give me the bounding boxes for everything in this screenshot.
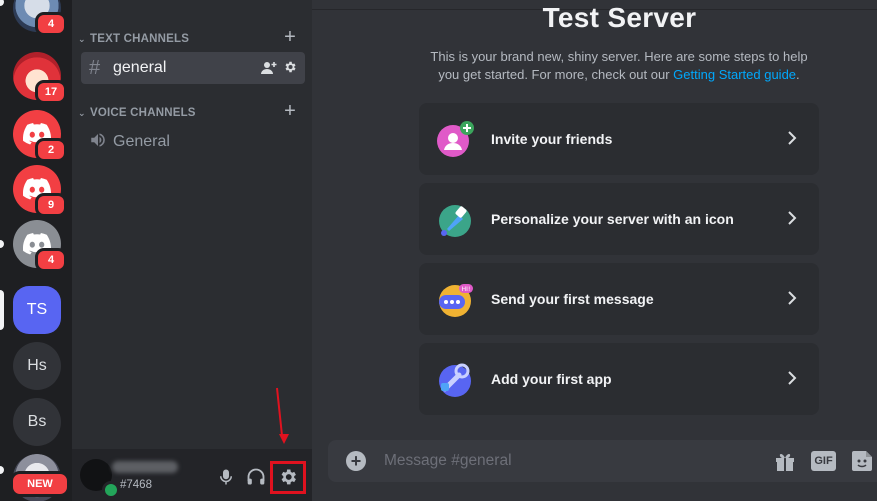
channel-name: General [113,133,170,150]
card-label: Add your first app [491,371,612,387]
online-status-icon [102,481,120,499]
card-add-app[interactable]: Add your first app [419,343,819,415]
headphones-icon [247,468,265,485]
channel-voice-general[interactable]: General [81,126,305,158]
attach-plus-icon[interactable]: + [346,451,366,471]
highlight-box [270,461,306,494]
unread-pill [0,466,4,474]
server-icon-3[interactable]: 2 [13,110,67,162]
message-icon: HI! [435,279,475,319]
user-panel: #7468 [72,449,312,501]
gif-button[interactable]: GIF [811,451,836,471]
card-send-message[interactable]: HI! Send your first message [419,263,819,335]
message-input[interactable]: Message #general [384,452,512,470]
category-text-channels[interactable]: ⌄ TEXT CHANNELS + [78,26,306,48]
server-icon-2[interactable]: 17 [13,52,67,104]
deafen-button[interactable] [244,465,268,489]
subtitle-end: . [796,67,800,82]
mention-badge: 17 [35,80,67,104]
user-tag: #7468 [120,479,152,491]
speaker-icon [89,131,113,154]
card-personalize-server[interactable]: Personalize your server with an icon [419,183,819,255]
personalize-icon [435,199,475,239]
mention-badge: 2 [35,138,67,162]
category-label: VOICE CHANNELS [90,107,196,119]
card-label: Personalize your server with an icon [491,211,734,227]
mute-button[interactable] [214,465,238,489]
server-icon-5[interactable]: 4 [13,220,67,272]
server-hs[interactable]: Hs [13,342,61,390]
category-label: TEXT CHANNELS [90,33,190,45]
card-label: Send your first message [491,291,654,307]
getting-started-link[interactable]: Getting Started guide [673,67,796,82]
main-content: Test Server This is your brand new, shin… [312,0,877,501]
unread-pill [0,0,4,6]
gear-icon[interactable] [283,60,297,74]
chevron-down-icon: ⌄ [78,33,86,44]
mention-badge: 4 [35,248,67,272]
app-icon [435,359,475,399]
invite-friends-icon [435,119,475,159]
sticker-icon[interactable] [851,450,873,472]
card-label: Invite your friends [491,131,613,147]
server-icon-1[interactable]: 4 [13,0,67,36]
selected-pill [0,290,4,330]
channel-general[interactable]: # general [81,52,305,84]
server-ts[interactable]: TS [13,286,61,334]
create-channel-icon[interactable]: + [284,100,296,123]
discord-app: 4 17 2 9 4 TS Hs Bs NEW ⌄ TEXT CHANNELS … [0,0,877,501]
svg-text:HI!: HI! [462,286,471,293]
server-rail: 4 17 2 9 4 TS Hs Bs NEW [0,0,72,501]
microphone-icon [220,469,232,485]
annotation-arrow-head [279,434,289,444]
create-invite-icon[interactable] [261,60,277,76]
channel-name: general [113,59,167,76]
text-channel-icon: # [89,56,101,79]
category-voice-channels[interactable]: ⌄ VOICE CHANNELS + [78,100,306,122]
new-badge: NEW [10,471,70,497]
chevron-right-icon [788,211,797,225]
chevron-right-icon [788,371,797,385]
mention-badge: 4 [35,12,67,36]
chevron-right-icon [788,131,797,145]
chevron-right-icon [788,291,797,305]
server-bs[interactable]: Bs [13,398,61,446]
server-icon-4[interactable]: 9 [13,165,67,217]
unread-pill [0,240,4,248]
gift-icon[interactable] [774,451,796,471]
create-channel-icon[interactable]: + [284,26,296,49]
chevron-down-icon: ⌄ [78,107,86,118]
page-title: Test Server [542,2,697,33]
username-redacted [112,461,178,473]
channel-sidebar: ⌄ TEXT CHANNELS + # general ⌄ VOICE CHAN… [72,0,312,501]
card-invite-friends[interactable]: Invite your friends [419,103,819,175]
message-composer: + Message #general GIF [328,440,877,482]
welcome-subtitle: This is your brand new, shiny server. He… [419,48,819,84]
mention-badge: 9 [35,193,67,217]
